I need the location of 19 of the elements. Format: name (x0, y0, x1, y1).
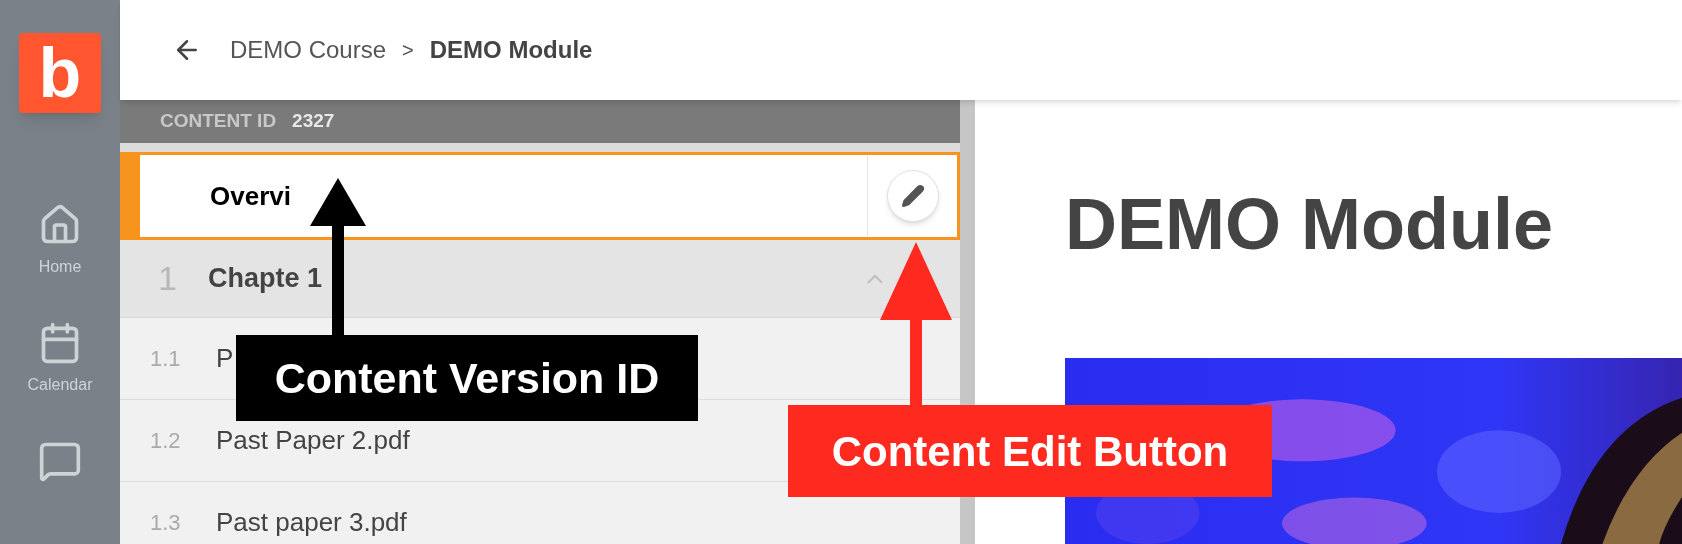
content-id-value: 2327 (292, 109, 335, 134)
edit-button[interactable] (886, 170, 939, 222)
item-title: Past paper 3.pdf (215, 506, 407, 539)
item-number: 1.3 (149, 509, 182, 537)
breadcrumb-separator: > (402, 38, 414, 63)
annotation-tooltip: Content Version ID (236, 335, 698, 421)
breadcrumb-item[interactable]: DEMO Course (230, 32, 387, 68)
breadcrumb-item: DEMO Module (429, 35, 593, 65)
item-number: 1.2 (149, 427, 182, 455)
item-title: Overvi (209, 179, 292, 213)
item-number: 1.1 (149, 345, 182, 373)
page-title: DEMO Module (1065, 188, 1554, 260)
item-title: P (215, 342, 234, 375)
chapter-title: Chapte 1 (207, 262, 324, 296)
overview-item[interactable]: Overvi (120, 152, 960, 240)
annotation-tooltip: Content Edit Button (788, 405, 1272, 497)
pencil-icon (900, 184, 925, 208)
content-id-label: CONTENT ID (160, 109, 277, 134)
item-title: Past Paper 2.pdf (215, 424, 410, 457)
